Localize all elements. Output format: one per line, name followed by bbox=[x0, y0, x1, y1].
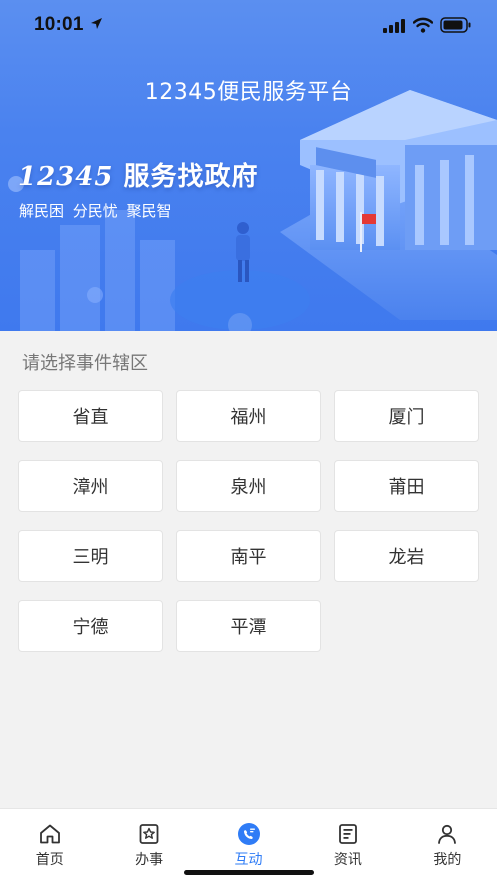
battery-icon bbox=[440, 17, 471, 33]
banner-subtitle: 解民困 分民忧 聚民智 bbox=[19, 202, 172, 220]
home-indicator bbox=[184, 870, 314, 875]
location-arrow-icon bbox=[91, 18, 102, 29]
news-icon bbox=[339, 824, 357, 844]
tab-label: 首页 bbox=[35, 852, 64, 868]
signal-icon bbox=[383, 19, 405, 33]
status-bar: 10:01 bbox=[0, 0, 497, 52]
phone-chat-icon bbox=[237, 823, 260, 845]
status-time: 10:01 bbox=[34, 14, 84, 35]
district-button[interactable]: 南平 bbox=[176, 530, 321, 582]
tab-profile[interactable]: 我的 bbox=[398, 809, 497, 883]
district-button[interactable]: 宁德 bbox=[18, 600, 163, 652]
tab-label: 我的 bbox=[433, 852, 462, 868]
slogan-number: 12345 bbox=[18, 162, 114, 192]
star-badge-icon bbox=[139, 824, 159, 844]
hero-banner: 10:01 12345便民服务平台 12345 服务找政府 解民困 分民忧 聚民… bbox=[0, 0, 497, 331]
district-button[interactable]: 漳州 bbox=[18, 460, 163, 512]
tab-label: 资讯 bbox=[333, 852, 362, 868]
tab-label: 互动 bbox=[234, 852, 263, 868]
district-button[interactable]: 福州 bbox=[176, 390, 321, 442]
slogan-text: 服务找政府 bbox=[123, 162, 259, 192]
district-button[interactable]: 龙岩 bbox=[334, 530, 479, 582]
district-button[interactable]: 厦门 bbox=[334, 390, 479, 442]
wifi-icon bbox=[413, 17, 433, 33]
district-button[interactable]: 平潭 bbox=[176, 600, 321, 652]
section-label: 请选择事件辖区 bbox=[22, 353, 148, 374]
user-icon bbox=[438, 824, 457, 844]
district-button[interactable]: 莆田 bbox=[334, 460, 479, 512]
tab-home[interactable]: 首页 bbox=[0, 809, 99, 883]
banner-slogan: 12345 服务找政府 bbox=[18, 156, 259, 193]
page-title: 12345便民服务平台 bbox=[144, 80, 353, 105]
tab-label: 办事 bbox=[135, 852, 164, 868]
district-button[interactable]: 三明 bbox=[18, 530, 163, 582]
district-button[interactable]: 省直 bbox=[18, 390, 163, 442]
district-grid: 省直 福州 厦门 漳州 泉州 莆田 三明 南平 龙岩 宁德 平潭 bbox=[18, 390, 480, 652]
district-button[interactable]: 泉州 bbox=[176, 460, 321, 512]
home-icon bbox=[39, 824, 60, 844]
government-building-illustration bbox=[280, 90, 497, 320]
